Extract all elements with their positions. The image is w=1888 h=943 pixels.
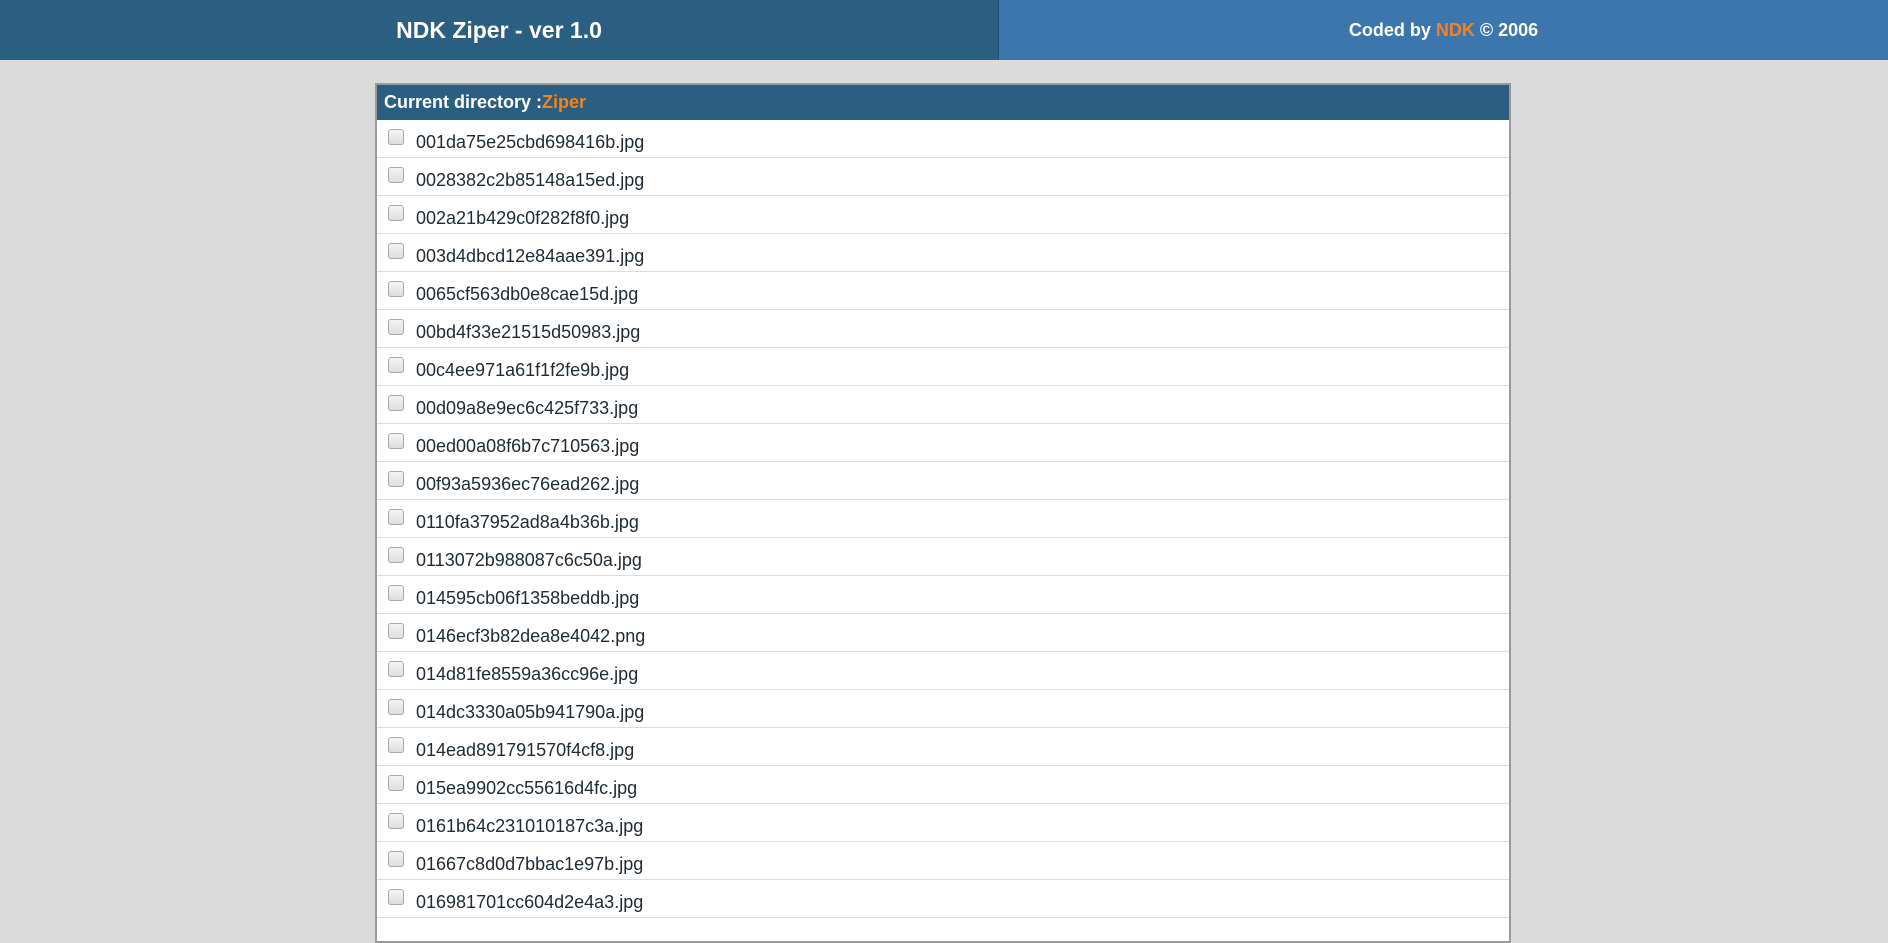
file-row: 0110fa37952ad8a4b36b.jpg [377,500,1509,538]
file-name: 014dc3330a05b941790a.jpg [416,702,645,722]
file-checkbox[interactable] [388,357,404,373]
file-row: 001da75e25cbd698416b.jpg [377,120,1509,158]
credits-bar: Coded by NDK © 2006 [999,0,1888,60]
file-checkbox[interactable] [388,585,404,601]
credits-author: NDK [1435,19,1475,40]
credits-prefix: Coded by [1348,19,1436,40]
current-directory-name: Ziper [542,92,587,112]
file-name: 015ea9902cc55616d4fc.jpg [416,778,638,798]
file-row: 00c4ee971a61f1f2fe9b.jpg [377,348,1509,386]
file-checkbox[interactable] [388,699,404,715]
file-name: 016981701cc604d2e4a3.jpg [416,892,644,912]
file-row: 002a21b429c0f282f8f0.jpg [377,196,1509,234]
file-checkbox[interactable] [388,243,404,259]
file-name: 014595cb06f1358beddb.jpg [416,588,640,608]
file-row: 003d4dbcd12e84aae391.jpg [377,234,1509,272]
file-checkbox[interactable] [388,661,404,677]
file-checkbox[interactable] [388,737,404,753]
file-name: 001da75e25cbd698416b.jpg [416,132,645,152]
file-browser-panel: Current directory : Ziper 001da75e25cbd6… [375,83,1511,943]
file-list: 001da75e25cbd698416b.jpg 0028382c2b85148a… [377,120,1509,918]
file-name: 0113072b988087c6c50a.jpg [416,550,642,570]
file-checkbox[interactable] [388,129,404,145]
file-name: 01667c8d0d7bbac1e97b.jpg [416,854,644,874]
file-checkbox[interactable] [388,623,404,639]
file-name: 0028382c2b85148a15ed.jpg [416,170,645,190]
file-checkbox[interactable] [388,889,404,905]
file-row: 00d09a8e9ec6c425f733.jpg [377,386,1509,424]
file-name: 00c4ee971a61f1f2fe9b.jpg [416,360,630,380]
file-checkbox[interactable] [388,509,404,525]
file-name: 0065cf563db0e8cae15d.jpg [416,284,639,304]
app-title-bar: NDK Ziper - ver 1.0 [0,0,999,60]
file-row: 0146ecf3b82dea8e4042.png [377,614,1509,652]
file-name: 0161b64c231010187c3a.jpg [416,816,644,836]
file-checkbox[interactable] [388,167,404,183]
file-name: 00ed00a08f6b7c710563.jpg [416,436,640,456]
file-name: 0146ecf3b82dea8e4042.png [416,626,646,646]
file-name: 00bd4f33e21515d50983.jpg [416,322,641,342]
file-row: 01667c8d0d7bbac1e97b.jpg [377,842,1509,880]
file-row: 014dc3330a05b941790a.jpg [377,690,1509,728]
file-checkbox[interactable] [388,395,404,411]
file-row: 0161b64c231010187c3a.jpg [377,804,1509,842]
file-name: 00f93a5936ec76ead262.jpg [416,474,640,494]
file-name: 014d81fe8559a36cc96e.jpg [416,664,639,684]
file-name: 00d09a8e9ec6c425f733.jpg [416,398,639,418]
credits-suffix: © 2006 [1474,19,1539,40]
file-checkbox[interactable] [388,281,404,297]
credits-text: Coded by NDK © 2006 [1349,20,1538,41]
file-row: 016981701cc604d2e4a3.jpg [377,880,1509,918]
file-checkbox[interactable] [388,813,404,829]
file-row: 014d81fe8559a36cc96e.jpg [377,652,1509,690]
file-checkbox[interactable] [388,433,404,449]
file-checkbox[interactable] [388,319,404,335]
current-directory-label: Current directory : [384,92,543,112]
file-checkbox[interactable] [388,547,404,563]
file-row: 014ead891791570f4cf8.jpg [377,728,1509,766]
file-row: 0028382c2b85148a15ed.jpg [377,158,1509,196]
file-name: 0110fa37952ad8a4b36b.jpg [416,512,639,532]
file-checkbox[interactable] [388,471,404,487]
app-title: NDK Ziper - ver 1.0 [396,16,602,43]
file-row: 0065cf563db0e8cae15d.jpg [377,272,1509,310]
file-checkbox[interactable] [388,851,404,867]
top-bar: NDK Ziper - ver 1.0 Coded by NDK © 2006 [0,0,1888,60]
file-name: 002a21b429c0f282f8f0.jpg [416,208,630,228]
file-row: 00f93a5936ec76ead262.jpg [377,462,1509,500]
file-row: 0113072b988087c6c50a.jpg [377,538,1509,576]
file-name: 014ead891791570f4cf8.jpg [416,740,635,760]
file-checkbox[interactable] [388,205,404,221]
file-row: 00bd4f33e21515d50983.jpg [377,310,1509,348]
current-directory-header: Current directory : Ziper [377,85,1509,120]
file-name: 003d4dbcd12e84aae391.jpg [416,246,645,266]
file-row: 015ea9902cc55616d4fc.jpg [377,766,1509,804]
file-row: 014595cb06f1358beddb.jpg [377,576,1509,614]
file-row: 00ed00a08f6b7c710563.jpg [377,424,1509,462]
file-checkbox[interactable] [388,775,404,791]
